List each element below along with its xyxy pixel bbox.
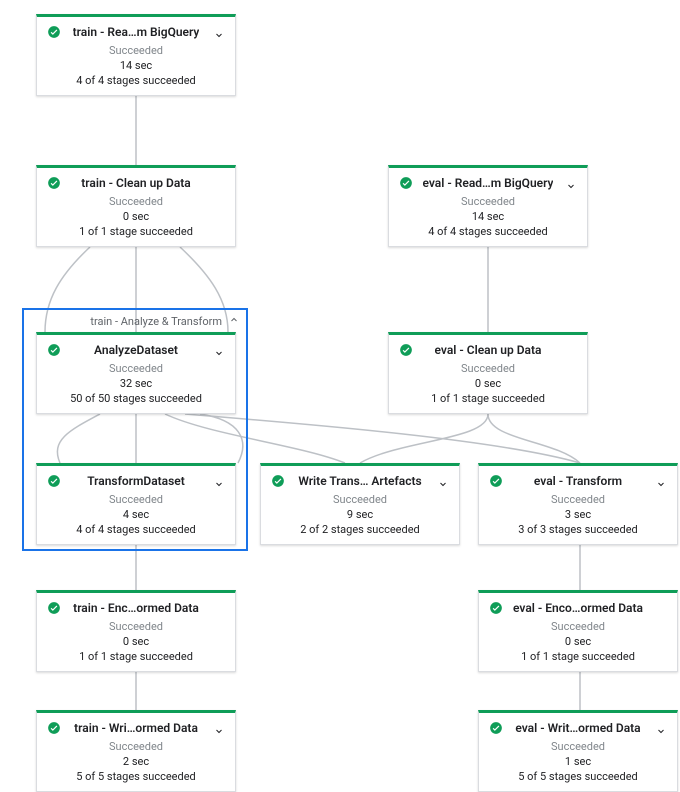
- node-analyze-dataset[interactable]: AnalyzeDataset Succeeded 32 sec 50 of 50…: [36, 332, 236, 414]
- node-train-write-data[interactable]: train - Wri…ormed Data Succeeded 2 sec 5…: [36, 710, 236, 792]
- node-stages: 5 of 5 stages succeeded: [489, 770, 667, 783]
- check-icon: [47, 342, 61, 361]
- chevron-down-icon[interactable]: [213, 344, 225, 363]
- node-duration: 9 sec: [271, 508, 449, 521]
- chevron-down-icon[interactable]: [213, 475, 225, 494]
- check-icon: [47, 24, 61, 43]
- check-icon: [47, 600, 61, 619]
- node-title: eval - Transform: [534, 474, 622, 488]
- node-train-read-bigquery[interactable]: train - Rea…m BigQuery Succeeded 14 sec …: [36, 14, 236, 96]
- node-status: Succeeded: [47, 362, 225, 375]
- check-icon: [47, 720, 61, 739]
- node-status: Succeeded: [489, 620, 667, 633]
- check-icon: [399, 175, 413, 194]
- node-stages: 5 of 5 stages succeeded: [47, 770, 225, 783]
- chevron-up-icon[interactable]: [228, 314, 240, 329]
- node-train-clean-up-data[interactable]: train - Clean up Data Succeeded 0 sec 1 …: [36, 165, 236, 247]
- node-title: TransformDataset: [87, 474, 185, 488]
- node-status: Succeeded: [47, 44, 225, 57]
- chevron-down-icon[interactable]: [565, 177, 577, 196]
- node-stages: 1 of 1 stage succeeded: [47, 225, 225, 238]
- node-duration: 3 sec: [489, 508, 667, 521]
- node-status: Succeeded: [271, 493, 449, 506]
- group-label: train - Analyze & Transform: [30, 315, 222, 328]
- node-duration: 0 sec: [47, 210, 225, 223]
- check-icon: [399, 342, 413, 361]
- node-stages: 1 of 1 stage succeeded: [399, 392, 577, 405]
- node-status: Succeeded: [47, 493, 225, 506]
- node-title: train - Clean up Data: [81, 176, 191, 190]
- node-status: Succeeded: [399, 195, 577, 208]
- node-transform-dataset[interactable]: TransformDataset Succeeded 4 sec 4 of 4 …: [36, 463, 236, 545]
- node-status: Succeeded: [47, 620, 225, 633]
- node-eval-encoded-data[interactable]: eval - Enco…ormed Data Succeeded 0 sec 1…: [478, 590, 678, 672]
- node-write-trans-artefacts[interactable]: Write Trans… Artefacts Succeeded 9 sec 2…: [260, 463, 460, 545]
- node-status: Succeeded: [47, 740, 225, 753]
- node-train-encoded-data[interactable]: train - Enc…ormed Data Succeeded 0 sec 1…: [36, 590, 236, 672]
- chevron-down-icon[interactable]: [655, 475, 667, 494]
- node-stages: 4 of 4 stages succeeded: [399, 225, 577, 238]
- node-stages: 50 of 50 stages succeeded: [47, 392, 225, 405]
- check-icon: [489, 473, 503, 492]
- node-duration: 0 sec: [47, 635, 225, 648]
- node-stages: 1 of 1 stage succeeded: [47, 650, 225, 663]
- node-duration: 4 sec: [47, 508, 225, 521]
- node-duration: 0 sec: [489, 635, 667, 648]
- check-icon: [271, 473, 285, 492]
- node-stages: 2 of 2 stages succeeded: [271, 523, 449, 536]
- node-stages: 1 of 1 stage succeeded: [489, 650, 667, 663]
- node-title: AnalyzeDataset: [94, 343, 178, 357]
- node-duration: 0 sec: [399, 377, 577, 390]
- node-duration: 32 sec: [47, 377, 225, 390]
- node-title: train - Rea…m BigQuery: [73, 25, 200, 39]
- node-title: eval - Clean up Data: [435, 343, 542, 357]
- node-title: train - Wri…ormed Data: [74, 721, 198, 735]
- node-eval-transform[interactable]: eval - Transform Succeeded 3 sec 3 of 3 …: [478, 463, 678, 545]
- node-eval-write-data[interactable]: eval - Writ…ormed Data Succeeded 1 sec 5…: [478, 710, 678, 792]
- node-duration: 2 sec: [47, 755, 225, 768]
- node-duration: 14 sec: [47, 59, 225, 72]
- node-stages: 3 of 3 stages succeeded: [489, 523, 667, 536]
- node-stages: 4 of 4 stages succeeded: [47, 523, 225, 536]
- chevron-down-icon[interactable]: [213, 26, 225, 45]
- check-icon: [47, 473, 61, 492]
- node-title: train - Enc…ormed Data: [73, 601, 199, 615]
- check-icon: [489, 720, 503, 739]
- chevron-down-icon[interactable]: [213, 722, 225, 741]
- node-duration: 14 sec: [399, 210, 577, 223]
- node-title: Write Trans… Artefacts: [298, 474, 421, 488]
- node-status: Succeeded: [489, 493, 667, 506]
- node-title: eval - Writ…ormed Data: [515, 721, 640, 735]
- check-icon: [489, 600, 503, 619]
- node-eval-clean-up-data[interactable]: eval - Clean up Data Succeeded 0 sec 1 o…: [388, 332, 588, 414]
- node-duration: 1 sec: [489, 755, 667, 768]
- node-title: eval - Enco…ormed Data: [513, 601, 643, 615]
- node-eval-read-bigquery[interactable]: eval - Read…m BigQuery Succeeded 14 sec …: [388, 165, 588, 247]
- chevron-down-icon[interactable]: [655, 722, 667, 741]
- node-status: Succeeded: [47, 195, 225, 208]
- chevron-down-icon[interactable]: [437, 475, 449, 494]
- node-stages: 4 of 4 stages succeeded: [47, 74, 225, 87]
- node-status: Succeeded: [489, 740, 667, 753]
- node-status: Succeeded: [399, 362, 577, 375]
- check-icon: [47, 175, 61, 194]
- node-title: eval - Read…m BigQuery: [423, 176, 554, 190]
